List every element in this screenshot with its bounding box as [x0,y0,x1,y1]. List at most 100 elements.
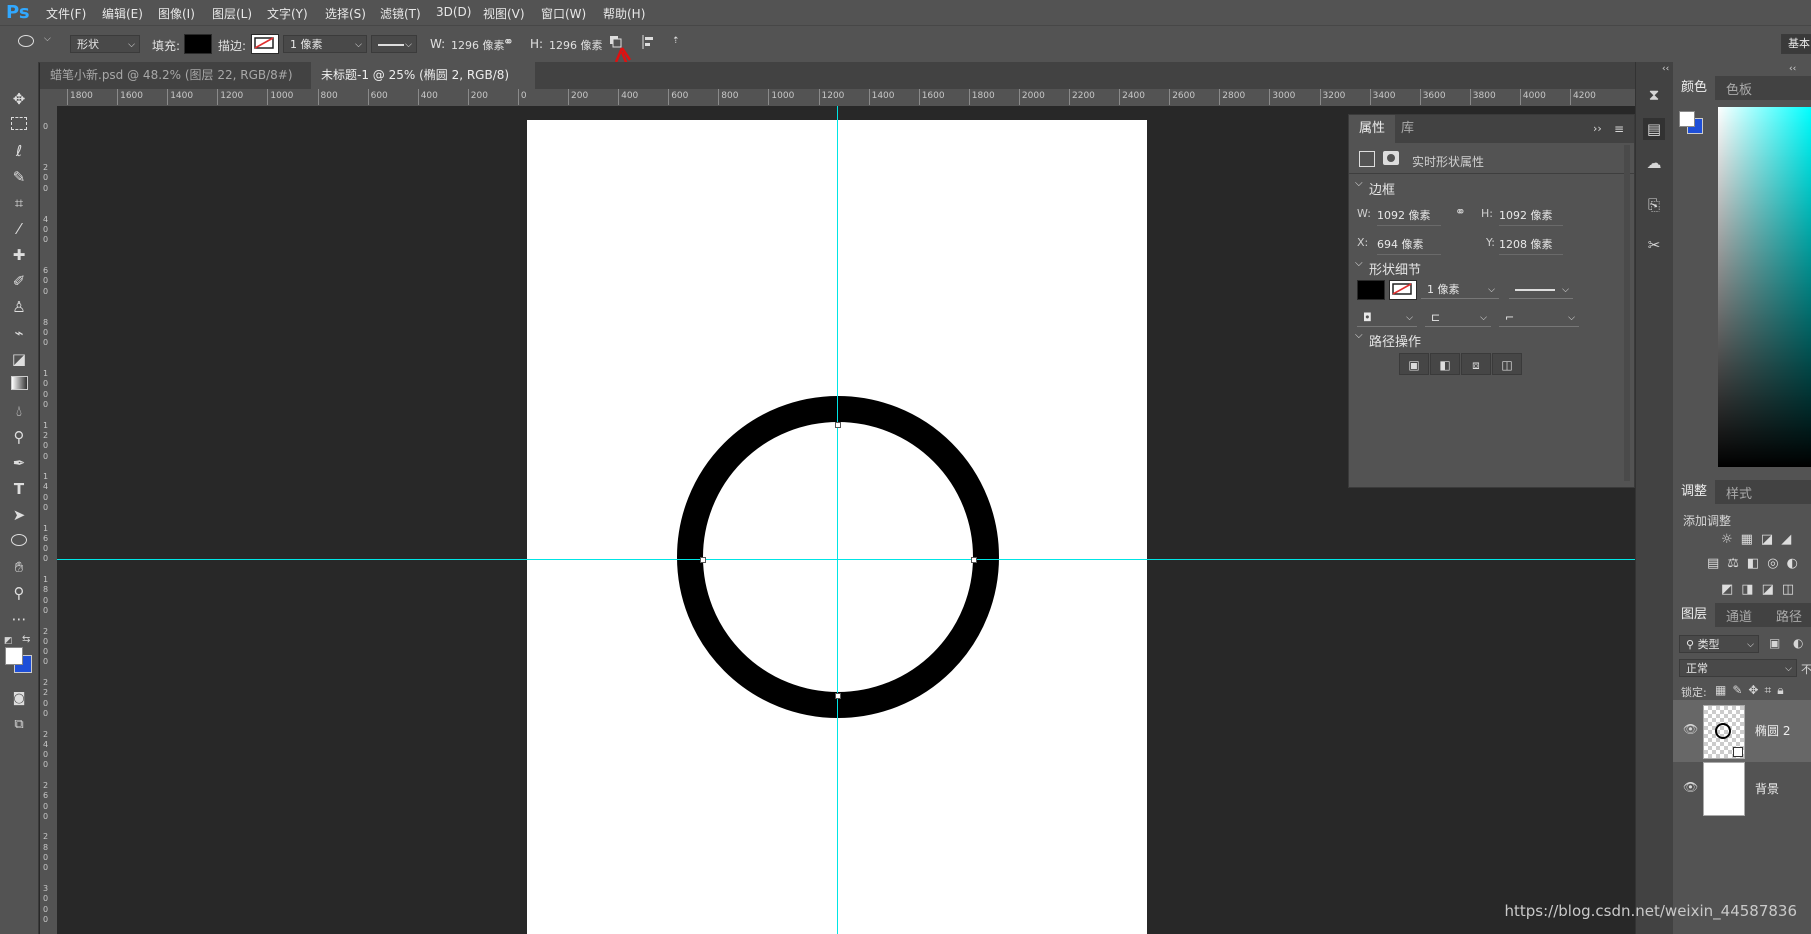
expand-panel-icon[interactable]: ›› [1593,115,1602,143]
intersect-shape-button[interactable]: ⧈ [1461,353,1491,375]
layer-name[interactable]: 背景 [1755,780,1779,797]
color-picker-field[interactable] [1718,107,1811,467]
menu-type[interactable]: 文字(Y) [267,5,308,22]
adjustment-icons-row-2[interactable]: ▤⚖◧◎◐ [1707,556,1806,571]
fill-swatch[interactable] [1357,280,1385,300]
tools-preset-icon[interactable]: ✂ [1643,234,1665,256]
foreground-color-swatch[interactable] [5,647,23,665]
tab-libraries[interactable]: 库 [1401,115,1414,143]
pen-tool-icon[interactable]: ✒ [7,452,31,474]
dodge-tool-icon[interactable]: ⚲ [7,426,31,448]
layer-row-background[interactable]: 👁︎ 背景 [1673,758,1811,820]
subtract-shape-button[interactable]: ◧ [1430,353,1460,375]
zoom-tool-icon[interactable]: ⚲ [7,582,31,604]
y-field[interactable]: 1208 像素 [1499,236,1563,255]
tab-paths[interactable]: 路径 [1776,606,1802,625]
chevron-down-icon[interactable]: ⌵ [44,34,51,44]
lasso-tool-icon[interactable]: ℓ [7,140,31,162]
tab-color[interactable]: 颜色 [1673,76,1715,100]
height-field[interactable]: 1296 像素 [549,37,603,53]
tool-mode-select[interactable]: 形状 ⌵ [70,35,140,53]
tab-channels[interactable]: 通道 [1726,606,1752,625]
history-brush-tool-icon[interactable]: ⌁ [7,322,31,344]
path-anchor-right[interactable] [971,557,977,563]
brush-tool-icon[interactable]: ✐ [7,270,31,292]
quick-mask-icon[interactable]: ◙ [7,688,31,710]
tab-properties[interactable]: 属性 [1349,115,1395,143]
adjustment-icons-row-1[interactable]: ☼▦◪◢ [1721,532,1799,547]
menu-edit[interactable]: 编辑(E) [102,5,143,22]
move-tool-icon[interactable]: ✥ [7,88,31,110]
foreground-color-swatch[interactable] [1679,111,1695,127]
stroke-type-select[interactable]: ⌵ [371,35,417,53]
menu-file[interactable]: 文件(F) [46,5,86,22]
history-panel-icon[interactable]: ⧗ [1643,84,1665,106]
more-tools-icon[interactable]: ⋯ [7,608,31,630]
ellipse-ring-shape[interactable] [677,396,999,718]
swap-colors-icon[interactable]: ⇆ [22,634,30,645]
panel-menu-icon[interactable]: ≡ [1614,115,1624,143]
stroke-caps-select[interactable]: ⊏ ⌵ [1425,309,1491,327]
healing-brush-tool-icon[interactable]: ✚ [7,244,31,266]
collapse-dock-icon[interactable]: ‹‹ [1662,64,1669,74]
adjustment-filter-icon[interactable]: ◐ [1793,636,1803,650]
chevron-down-icon[interactable]: ⌵ [1355,178,1363,189]
tab-document-2[interactable]: 未标题-1 @ 25% (椭圆 2, RGB/8) *× [311,62,535,109]
screen-mode-icon[interactable]: ⧉ [7,714,31,736]
chevron-down-icon[interactable]: ⌵ [1355,330,1363,341]
gradient-tool-icon[interactable] [7,374,31,396]
tab-layers[interactable]: 图层 [1673,603,1715,627]
path-selection-tool-icon[interactable]: ➤ [7,504,31,526]
tab-swatches[interactable]: 色板 [1726,79,1752,98]
default-colors-icon[interactable]: ◩ [4,636,13,646]
eyedropper-tool-icon[interactable]: ⁄ [7,218,31,240]
hand-tool-icon[interactable]: ✋︎ [7,556,31,578]
eraser-tool-icon[interactable]: ◪ [7,348,31,370]
combine-shapes-button[interactable]: ▣ [1399,353,1429,375]
properties-panel-icon[interactable]: ▤ [1643,118,1665,140]
vertical-guide[interactable] [837,106,838,934]
path-anchor-top[interactable] [835,422,841,428]
adjustment-icons-row-3[interactable]: ◩◨◪◫ [1721,582,1802,597]
width-field[interactable]: 1296 像素 [451,37,505,53]
menu-help[interactable]: 帮助(H) [603,5,645,22]
ellipse-tool-icon[interactable] [18,35,34,47]
menu-layer[interactable]: 图层(L) [212,5,252,22]
layer-row-ellipse[interactable]: 👁︎ 椭圆 2 [1673,700,1811,762]
link-icon[interactable]: ⚭ [503,35,514,50]
stroke-width-input[interactable]: 1 像素 ⌵ [283,35,367,53]
stroke-align-select[interactable]: ◘ ⌵ [1357,309,1417,327]
workspace-switcher[interactable]: 基本 [1781,34,1811,54]
panel-scrollbar[interactable] [1624,145,1630,481]
tab-adjustments[interactable]: 调整 [1673,480,1715,504]
tab-document-1[interactable]: 蜡笔小新.psd @ 48.2% (图层 22, RGB/8#) *× [40,62,308,109]
stroke-swatch[interactable] [1389,280,1417,300]
menu-3d[interactable]: 3D(D) [436,5,471,19]
collapse-panels-icon[interactable]: ‹‹ [1789,64,1796,74]
stroke-swatch[interactable] [251,34,279,54]
fill-swatch[interactable] [184,34,212,54]
character-panel-icon[interactable]: ⎘ [1643,194,1665,216]
lock-icons[interactable]: ▦✎✥⌗🔒︎ [1715,683,1790,698]
eye-icon[interactable]: 👁︎ [1683,722,1698,736]
clone-stamp-tool-icon[interactable]: ♙ [7,296,31,318]
crop-tool-icon[interactable]: ⌗ [7,192,31,214]
quick-select-tool-icon[interactable]: ✎ [7,166,31,188]
image-filter-icon[interactable]: ▣ [1769,636,1780,650]
ellipse-tool-icon[interactable] [7,530,31,552]
path-arrangement-icon[interactable]: ⇡ [672,36,680,46]
stroke-width-input[interactable]: 1 像素 ⌵ [1421,281,1499,299]
exclude-overlap-button[interactable]: ◫ [1492,353,1522,375]
blend-mode-select[interactable]: 正常 ⌵ [1679,659,1797,677]
h-field[interactable]: 1092 像素 [1499,207,1563,226]
blur-tool-icon[interactable]: 💧︎ [7,400,31,422]
marquee-tool-icon[interactable] [7,114,31,136]
type-tool-icon[interactable]: T [7,478,31,500]
stroke-type-select[interactable]: ⌵ [1509,281,1573,299]
menu-view[interactable]: 视图(V) [483,5,525,22]
menu-filter[interactable]: 滤镜(T) [380,5,421,22]
stroke-corners-select[interactable]: ⌐ ⌵ [1499,309,1579,327]
tab-styles[interactable]: 样式 [1726,483,1752,502]
horizontal-guide[interactable] [57,559,1635,560]
path-anchor-bottom[interactable] [835,693,841,699]
